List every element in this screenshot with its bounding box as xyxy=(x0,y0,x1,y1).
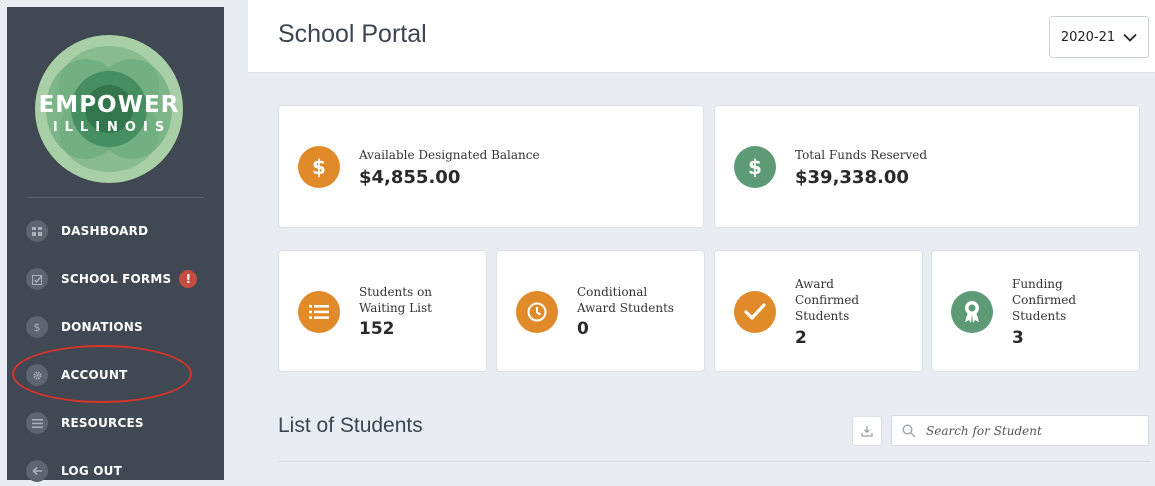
gear-icon xyxy=(26,364,48,386)
sidebar-item-log-out[interactable]: LOG OUT xyxy=(7,456,224,486)
empower-illinois-logo[interactable]: EMPOWER ILLINOIS xyxy=(34,34,184,184)
waiting-list-card: Students on Waiting List 152 xyxy=(278,250,487,372)
available-balance-card: $ Available Designated Balance $4,855.00 xyxy=(278,105,704,228)
sidebar-item-account[interactable]: ACCOUNT xyxy=(7,360,224,390)
logo-text-empower: EMPOWER xyxy=(38,92,180,118)
list-icon xyxy=(298,291,340,333)
card-label: Conditional Award Students xyxy=(577,285,675,315)
sidebar-divider xyxy=(27,197,204,198)
school-year-select[interactable]: 2020-21 xyxy=(1049,16,1149,58)
sidebar-item-dashboard[interactable]: DASHBOARD xyxy=(7,216,224,246)
list-divider xyxy=(278,461,1150,462)
sidebar-item-school-forms[interactable]: SCHOOL FORMS ! xyxy=(7,264,224,294)
alert-badge: ! xyxy=(179,270,198,288)
clock-icon xyxy=(516,291,558,333)
checkbox-icon xyxy=(26,268,48,290)
sidebar: EMPOWER ILLINOIS DASHBOARD SCHOOL FORMS … xyxy=(7,7,224,482)
student-search[interactable] xyxy=(891,415,1149,446)
dollar-icon: $ xyxy=(26,316,48,338)
sidebar-item-label: DONATIONS xyxy=(61,320,143,334)
total-reserved-card: $ Total Funds Reserved $39,338.00 xyxy=(714,105,1140,228)
award-ribbon-icon xyxy=(951,291,993,333)
card-value: $39,338.00 xyxy=(795,167,909,188)
conditional-award-card: Conditional Award Students 0 xyxy=(496,250,705,372)
sidebar-item-label: DASHBOARD xyxy=(61,224,149,238)
award-confirmed-card: Award Confirmed Students 2 xyxy=(714,250,923,372)
list-title: List of Students xyxy=(278,414,423,437)
card-value: 3 xyxy=(1012,328,1024,348)
search-input[interactable] xyxy=(924,422,1138,439)
download-icon xyxy=(861,426,873,437)
sidebar-item-donations[interactable]: $ DONATIONS xyxy=(7,312,224,342)
sidebar-item-label: ACCOUNT xyxy=(61,368,128,382)
arrow-left-icon xyxy=(26,460,48,482)
dollar-icon: $ xyxy=(298,146,340,188)
chevron-down-icon xyxy=(1123,33,1137,42)
dashboard-grid-icon xyxy=(26,220,48,242)
card-value: 152 xyxy=(359,319,395,339)
school-year-value: 2020-21 xyxy=(1060,29,1116,45)
sidebar-item-label: LOG OUT xyxy=(61,464,122,478)
download-button[interactable] xyxy=(852,416,882,446)
card-label: Funding Confirmed Students xyxy=(1012,277,1077,323)
search-icon xyxy=(902,424,916,437)
logo-text-illinois: ILLINOIS xyxy=(52,120,172,135)
card-value: 2 xyxy=(795,328,807,348)
sidebar-item-label: SCHOOL FORMS xyxy=(61,272,172,286)
page-title: School Portal xyxy=(278,20,427,48)
list-icon xyxy=(26,412,48,434)
card-value: 0 xyxy=(577,319,589,339)
dollar-icon: $ xyxy=(734,146,776,188)
card-label: Students on Waiting List xyxy=(359,285,433,315)
sidebar-item-resources[interactable]: RESOURCES xyxy=(7,408,224,438)
card-label: Award Confirmed Students xyxy=(795,277,860,323)
page-header: School Portal 2020-21 xyxy=(248,0,1155,73)
card-label: Available Designated Balance xyxy=(359,148,540,162)
funding-confirmed-card: Funding Confirmed Students 3 xyxy=(931,250,1140,372)
card-label: Total Funds Reserved xyxy=(795,148,928,162)
checkmark-icon xyxy=(734,291,776,333)
card-value: $4,855.00 xyxy=(359,167,461,188)
sidebar-item-label: RESOURCES xyxy=(61,416,144,430)
